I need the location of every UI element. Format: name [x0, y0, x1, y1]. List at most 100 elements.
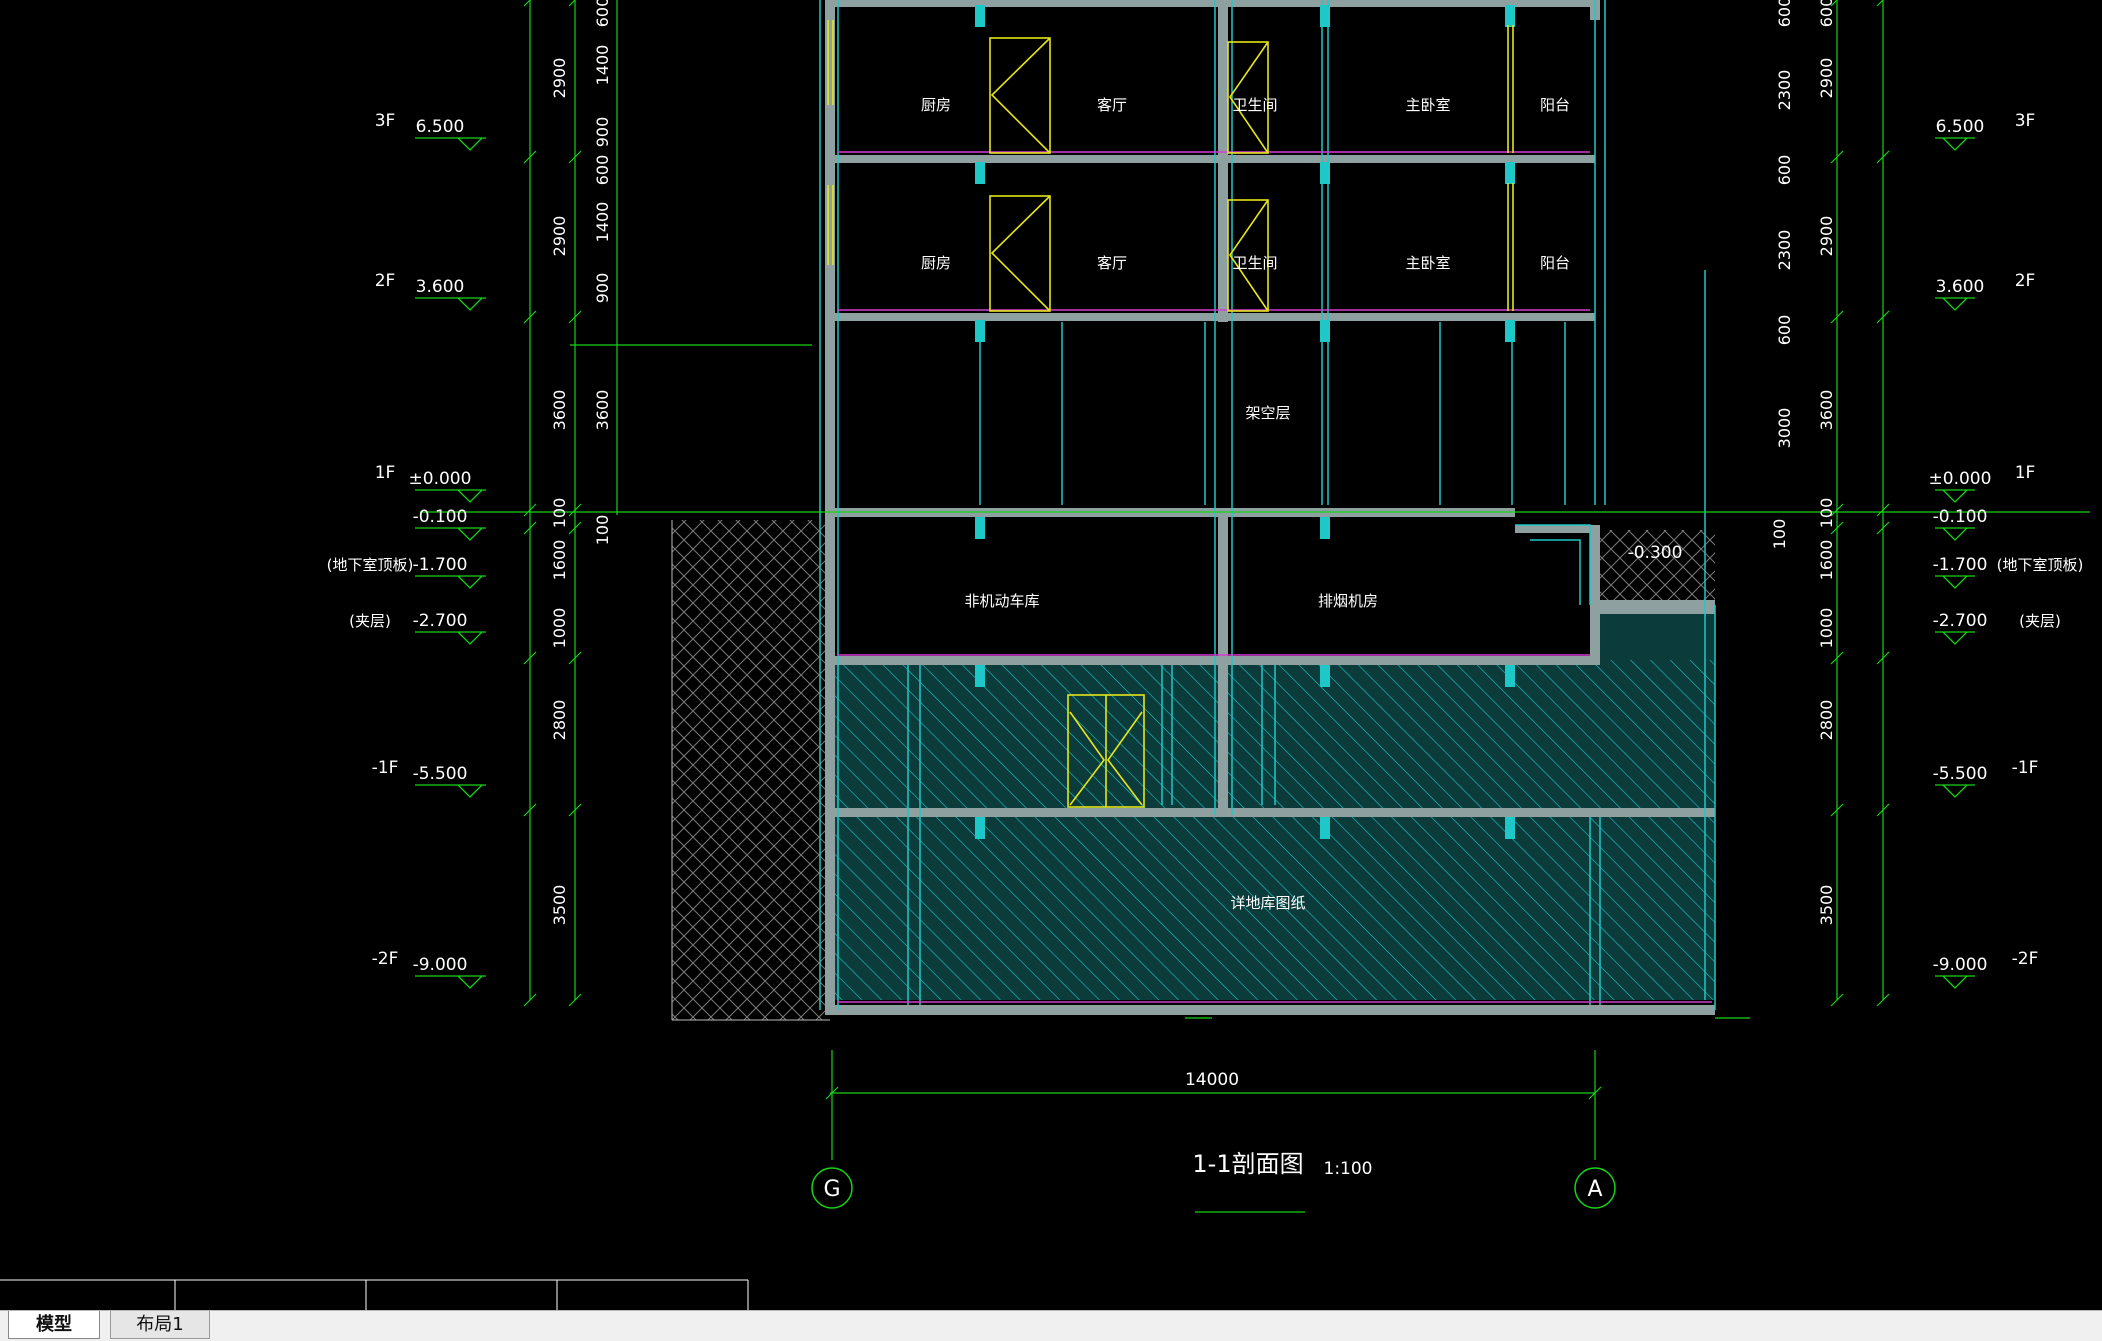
- room-bike-garage: 非机动车库: [964, 592, 1039, 610]
- level-elev-right-4: -1.700: [1933, 555, 1988, 575]
- level-elev-right-2: ±0.000: [1929, 469, 1992, 489]
- dim-left-inner-1: 1400: [593, 45, 612, 86]
- dim-left-outer-4: 1000: [550, 608, 569, 649]
- dim-left-outer-1: 2900: [550, 216, 569, 257]
- dim-left-inner-2: 900: [593, 117, 612, 148]
- dim-right-outer-6: 1000: [1817, 608, 1836, 649]
- room-bedroom-3f: 主卧室: [1405, 96, 1450, 114]
- level-elev-right-3: -0.100: [1933, 507, 1988, 527]
- level-elev-right-1: 3.600: [1936, 277, 1985, 297]
- axis-label-a: A: [1587, 1177, 1602, 1202]
- level-marker-right-0: 6.500 3F: [1935, 111, 2036, 151]
- dim-left-outer-3: 1600: [550, 540, 569, 581]
- level-elev-left-2: ±0.000: [409, 469, 472, 489]
- level-floor-left-7: -2F: [372, 949, 399, 969]
- room-living-2f: 客厅: [1097, 254, 1127, 272]
- room-balcony-2f: 阳台: [1540, 254, 1570, 272]
- dim-left-inner-5: 900: [593, 273, 612, 304]
- dim-right-outer-7: 2800: [1817, 700, 1836, 741]
- level-marker-left-5: -2.700 (夹层): [349, 611, 486, 645]
- level-marker-right-1: 3.600 2F: [1935, 271, 2036, 311]
- text-layer: 厨房 客厅 卫生间 主卧室 阳台 厨房 客厅 卫生间 主卧室 阳台 架空层 非机…: [823, 96, 1682, 1202]
- dim-right-outer-8: 3500: [1817, 885, 1836, 926]
- dim-left-inner-0: 600: [593, 0, 612, 27]
- layout-tab-bar: 模型 布局1: [0, 1310, 2102, 1341]
- dim-left-outer-5: 2800: [550, 700, 569, 741]
- level-marker-right-3: -0.100: [1933, 507, 1988, 541]
- level-marker-right-4: -1.700 (地下室顶板): [1933, 555, 2084, 589]
- dim-left-inner-3: 600: [593, 155, 612, 186]
- level-floor-right-6: -1F: [2012, 758, 2039, 778]
- level-floor-left-6: -1F: [372, 758, 399, 778]
- basement-hatch: [830, 530, 1715, 1000]
- axis-label-g: G: [823, 1177, 840, 1202]
- dim-right-inner-5: 3000: [1775, 408, 1794, 449]
- dim-right-outer-4: 100: [1817, 498, 1836, 529]
- overall-width-dim: 14000: [1185, 1070, 1239, 1090]
- level-marker-left-7: -9.000 -2F: [372, 949, 486, 989]
- level-floor-right-1: 2F: [2015, 271, 2036, 291]
- level-marker-left-1: 3.600 2F: [375, 271, 486, 311]
- dimension-lines: [420, 0, 2090, 1213]
- room-kitchen-3f: 厨房: [921, 96, 951, 114]
- room-open-floor: 架空层: [1245, 404, 1290, 422]
- room-bath-2f: 卫生间: [1232, 254, 1277, 272]
- dim-left-outer-6: 3500: [550, 885, 569, 926]
- level-marker-left-2: ±0.000 1F: [375, 463, 486, 503]
- level-elev-left-7: -9.000: [413, 955, 468, 975]
- room-balcony-3f: 阳台: [1540, 96, 1570, 114]
- room-bedroom-2f: 主卧室: [1405, 254, 1450, 272]
- room-kitchen-2f: 厨房: [921, 254, 951, 272]
- room-bath-3f: 卫生间: [1232, 96, 1277, 114]
- level-floor-right-2: 1F: [2015, 463, 2036, 483]
- level-floor-left-0: 3F: [375, 111, 396, 131]
- elev-minus-0300: -0.300: [1628, 543, 1683, 563]
- level-elev-left-3: -0.100: [413, 507, 468, 527]
- level-elev-right-7: -9.000: [1933, 955, 1988, 975]
- dim-right-outer-2: 2900: [1817, 216, 1836, 257]
- level-elev-right-6: -5.500: [1933, 764, 1988, 784]
- drawing-scale: 1:100: [1324, 1159, 1373, 1179]
- level-note-right-5: (夹层): [2019, 612, 2061, 630]
- level-note-left-4: (地下室顶板): [327, 556, 414, 574]
- drawing-title: 1-1剖面图: [1192, 1150, 1303, 1178]
- dim-right-inner-6: 100: [1770, 519, 1789, 550]
- level-marker-left-4: -1.700(地下室顶板): [327, 555, 486, 589]
- level-elev-right-0: 6.500: [1936, 117, 1985, 137]
- level-marker-right-6: -5.500 -1F: [1933, 758, 2039, 798]
- room-smoke-exhaust: 排烟机房: [1318, 592, 1378, 610]
- room-basement-ref: 详地库图纸: [1230, 894, 1305, 912]
- dim-left-inner-6: 3600: [593, 390, 612, 431]
- level-note-left-5: (夹层): [349, 612, 391, 630]
- cad-drawing-canvas[interactable]: 6.500 3F 3.600 2F ±0.000 1F -0.100 -1.700 (地下室顶板…: [0, 0, 2102, 1310]
- dim-left-inner-8: 100: [593, 515, 612, 546]
- level-elev-left-0: 6.500: [416, 117, 465, 137]
- dim-right-inner-1: 2300: [1775, 70, 1794, 111]
- level-elev-left-4: -1.700: [413, 555, 468, 575]
- dim-right-outer-3: 3600: [1817, 390, 1836, 431]
- level-elev-left-5: -2.700: [413, 611, 468, 631]
- room-living-3f: 客厅: [1097, 96, 1127, 114]
- level-marker-left-0: 6.500 3F: [375, 111, 486, 151]
- level-floor-left-1: 2F: [375, 271, 396, 291]
- level-floor-right-0: 3F: [2015, 111, 2036, 131]
- dim-left-inner-7: 100: [550, 498, 569, 529]
- dim-right-inner-3: 2300: [1775, 230, 1794, 271]
- dim-left-outer-2: 3600: [550, 390, 569, 431]
- level-marker-right-5: -2.700 (夹层): [1933, 611, 2061, 645]
- level-floor-right-7: -2F: [2012, 949, 2039, 969]
- level-note-right-4: (地下室顶板): [1997, 556, 2084, 574]
- dim-left-inner-4: 1400: [593, 202, 612, 243]
- soil-hatch-left: [671, 520, 830, 1021]
- level-floor-left-2: 1F: [375, 463, 396, 483]
- layout-frames: [0, 1279, 749, 1310]
- dim-right-inner-0: 600: [1775, 0, 1794, 27]
- level-elev-left-1: 3.600: [416, 277, 465, 297]
- tab-layout1[interactable]: 布局1: [110, 1311, 210, 1339]
- dim-right-inner-2: 600: [1775, 155, 1794, 186]
- dim-right-inner-4: 600: [1775, 315, 1794, 346]
- tab-model[interactable]: 模型: [8, 1311, 100, 1339]
- dim-left-outer-0: 2900: [550, 58, 569, 99]
- dim-right-outer-5: 1600: [1817, 540, 1836, 581]
- level-elev-right-5: -2.700: [1933, 611, 1988, 631]
